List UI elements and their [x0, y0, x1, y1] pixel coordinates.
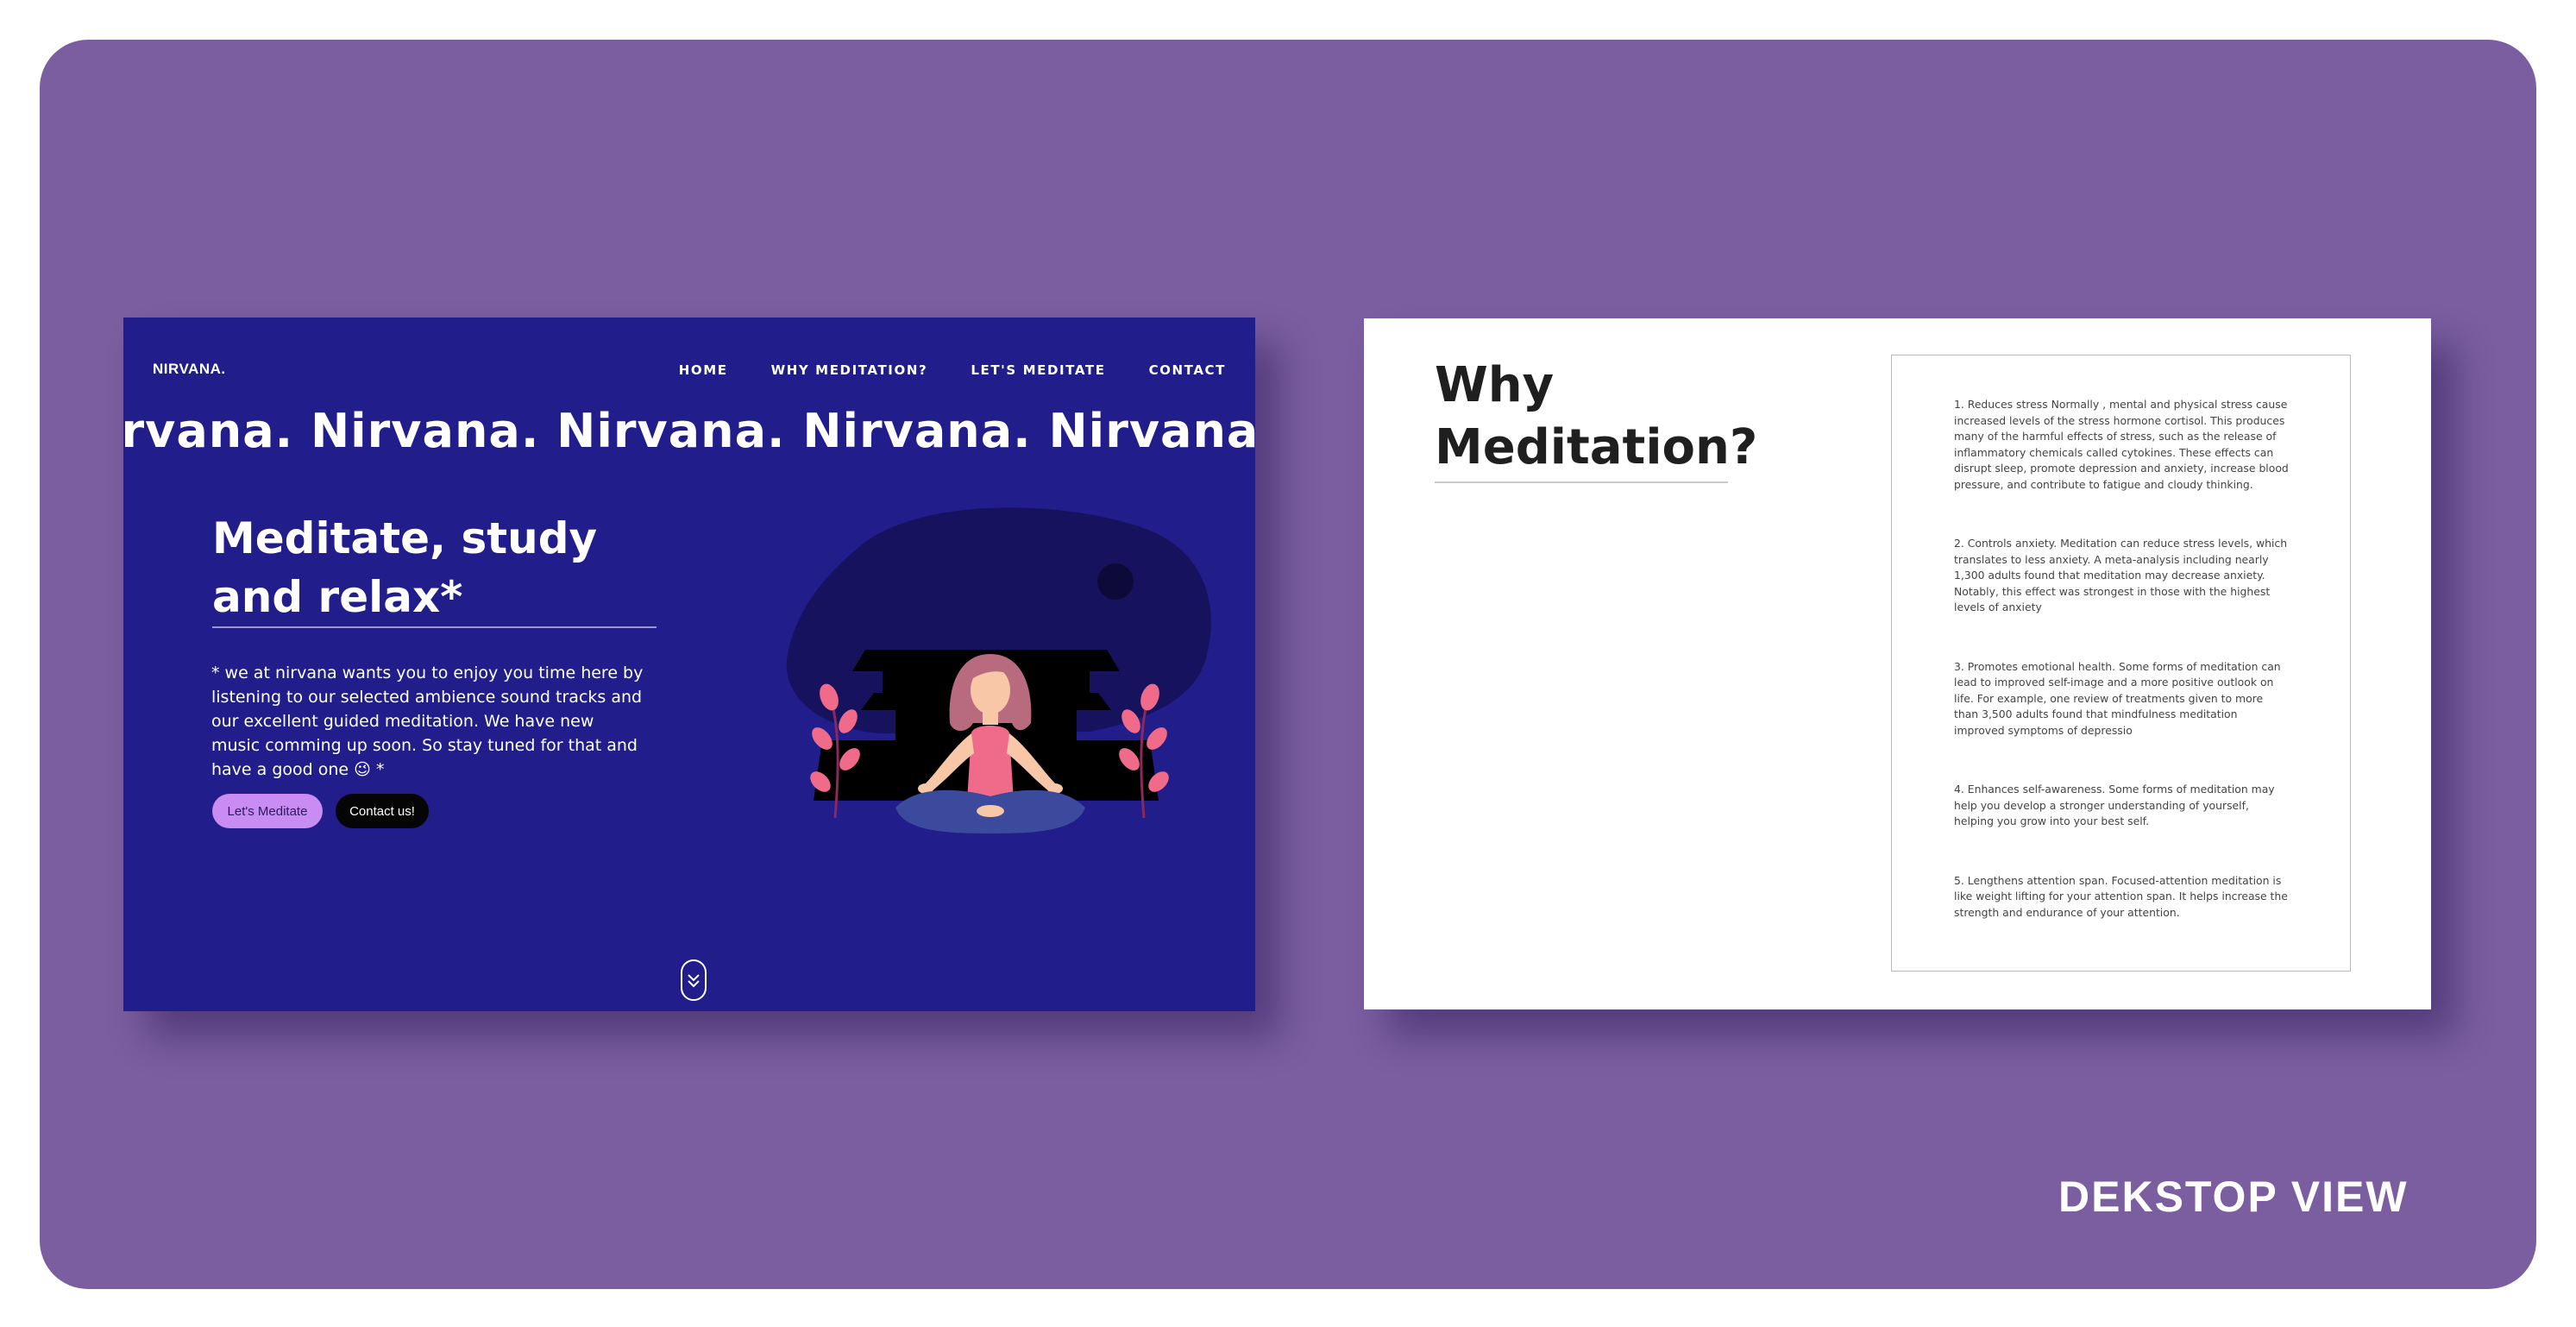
- meditation-illustration: [786, 507, 1211, 833]
- why-title-line-2: Meditation?: [1435, 419, 1758, 475]
- nav-why-meditation[interactable]: WHY MEDITATION?: [771, 362, 928, 378]
- hero-title-underline: [212, 626, 657, 628]
- benefit-item: 5. Lengthens attention span. Focused-att…: [1954, 873, 2288, 919]
- hero-title-line-1: Meditate, study: [212, 513, 598, 563]
- nav-contact[interactable]: CONTACT: [1149, 362, 1226, 378]
- why-meditation-title: Why Meditation?: [1435, 355, 1757, 479]
- hero-page-mockup: NIRVANA. HOME WHY MEDITATION? LET'S MEDI…: [123, 318, 1255, 1011]
- benefits-card: 1. Reduces stress Normally , mental and …: [1891, 355, 2351, 972]
- benefit-item: 1. Reduces stress Normally , mental and …: [1954, 398, 2289, 491]
- benefit-item: 3. Promotes emotional health. Some forms…: [1954, 659, 2281, 737]
- nav-home[interactable]: HOME: [679, 362, 728, 378]
- why-title-line-1: Why: [1435, 357, 1555, 413]
- hero-description: * we at nirvana wants you to enjoy you t…: [211, 664, 644, 779]
- site-logo[interactable]: NIRVANA.: [153, 361, 226, 378]
- nav-lets-meditate[interactable]: LET'S MEDITATE: [971, 362, 1105, 378]
- desktop-view-caption: DEKSTOP VIEW: [2058, 1173, 2409, 1221]
- top-nav: HOME WHY MEDITATION? LET'S MEDITATE CONT…: [679, 362, 1226, 378]
- moon-dot: [1097, 563, 1134, 600]
- benefit-item: 2. Controls anxiety. Meditation can redu…: [1954, 537, 2288, 613]
- double-chevron-down-icon: [688, 974, 700, 988]
- benefit-item: 4. Enhances self-awareness. Some forms o…: [1954, 783, 2275, 827]
- why-title-underline: [1435, 481, 1728, 483]
- brand-marquee: irvana. Nirvana. Nirvana. Nirvana. Nirva…: [123, 404, 1255, 458]
- hero-title: Meditate, study and relax*: [212, 509, 661, 626]
- hero-title-line-2: and relax*: [212, 572, 463, 622]
- contact-us-button[interactable]: Contact us!: [336, 794, 429, 828]
- scroll-down-button[interactable]: [681, 959, 707, 1001]
- lets-meditate-button[interactable]: Let's Meditate: [212, 794, 323, 828]
- why-meditation-mockup: Why Meditation? 1. Reduces stress Normal…: [1364, 318, 2431, 1009]
